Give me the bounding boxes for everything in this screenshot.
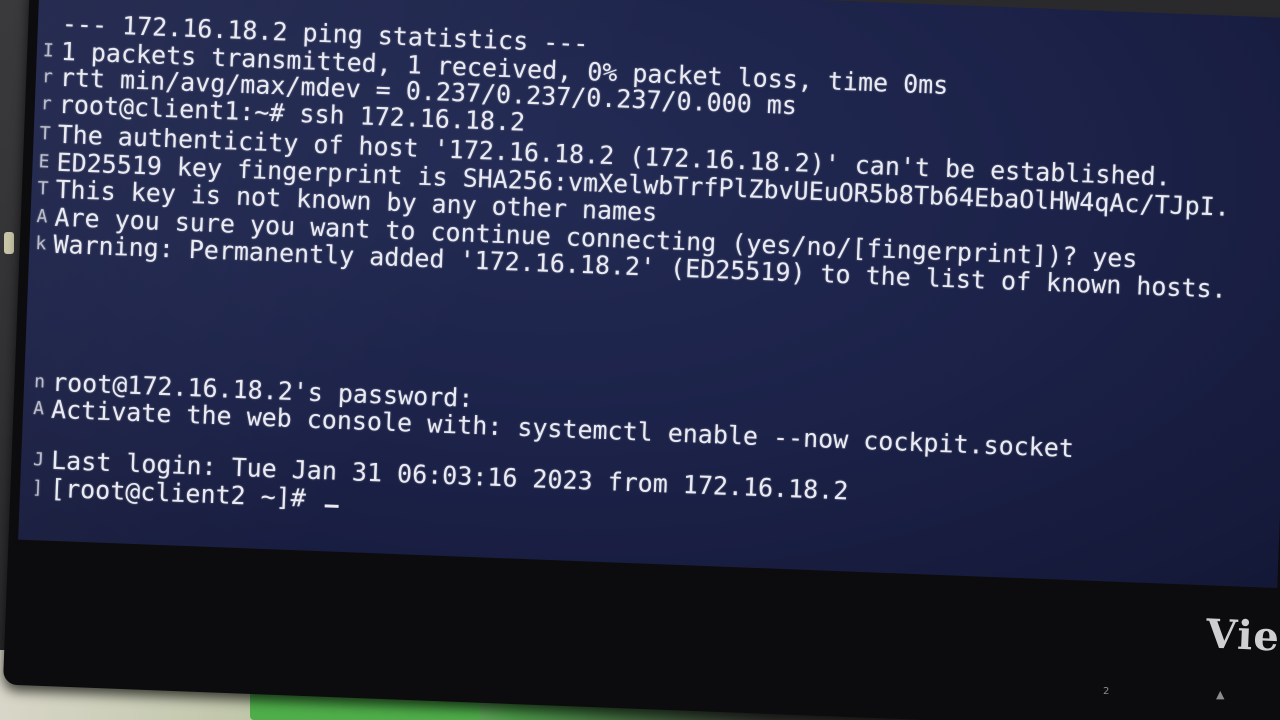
terminal-cursor xyxy=(324,504,339,508)
gutter-mark: r xyxy=(40,93,53,115)
gutter-mark: E xyxy=(38,151,50,173)
gutter-mark: A xyxy=(36,206,48,228)
gutter-mark: ] xyxy=(31,477,44,499)
wall-light xyxy=(4,232,14,254)
gutter-mark: T xyxy=(39,123,51,145)
gutter-mark: I xyxy=(42,40,55,62)
gutter-mark: k xyxy=(35,233,47,255)
monitor-bottom-mark: 2 xyxy=(1103,686,1110,697)
gutter-mark: J xyxy=(32,449,45,471)
monitor-screen: --- 172.16.18.2 ping statistics --- I 1 … xyxy=(18,0,1280,588)
monitor-arrow-icon: ▲ xyxy=(1216,688,1225,701)
gutter-mark: n xyxy=(33,371,46,393)
monitor-brand-logo: Vie xyxy=(1205,610,1280,661)
gutter-mark: T xyxy=(37,178,49,200)
gutter-mark: r xyxy=(41,66,54,88)
gutter-mark: A xyxy=(32,398,45,420)
photo-scene: --- 172.16.18.2 ping statistics --- I 1 … xyxy=(0,0,1280,720)
terminal-output: --- 172.16.18.2 ping statistics --- I 1 … xyxy=(18,0,1280,588)
